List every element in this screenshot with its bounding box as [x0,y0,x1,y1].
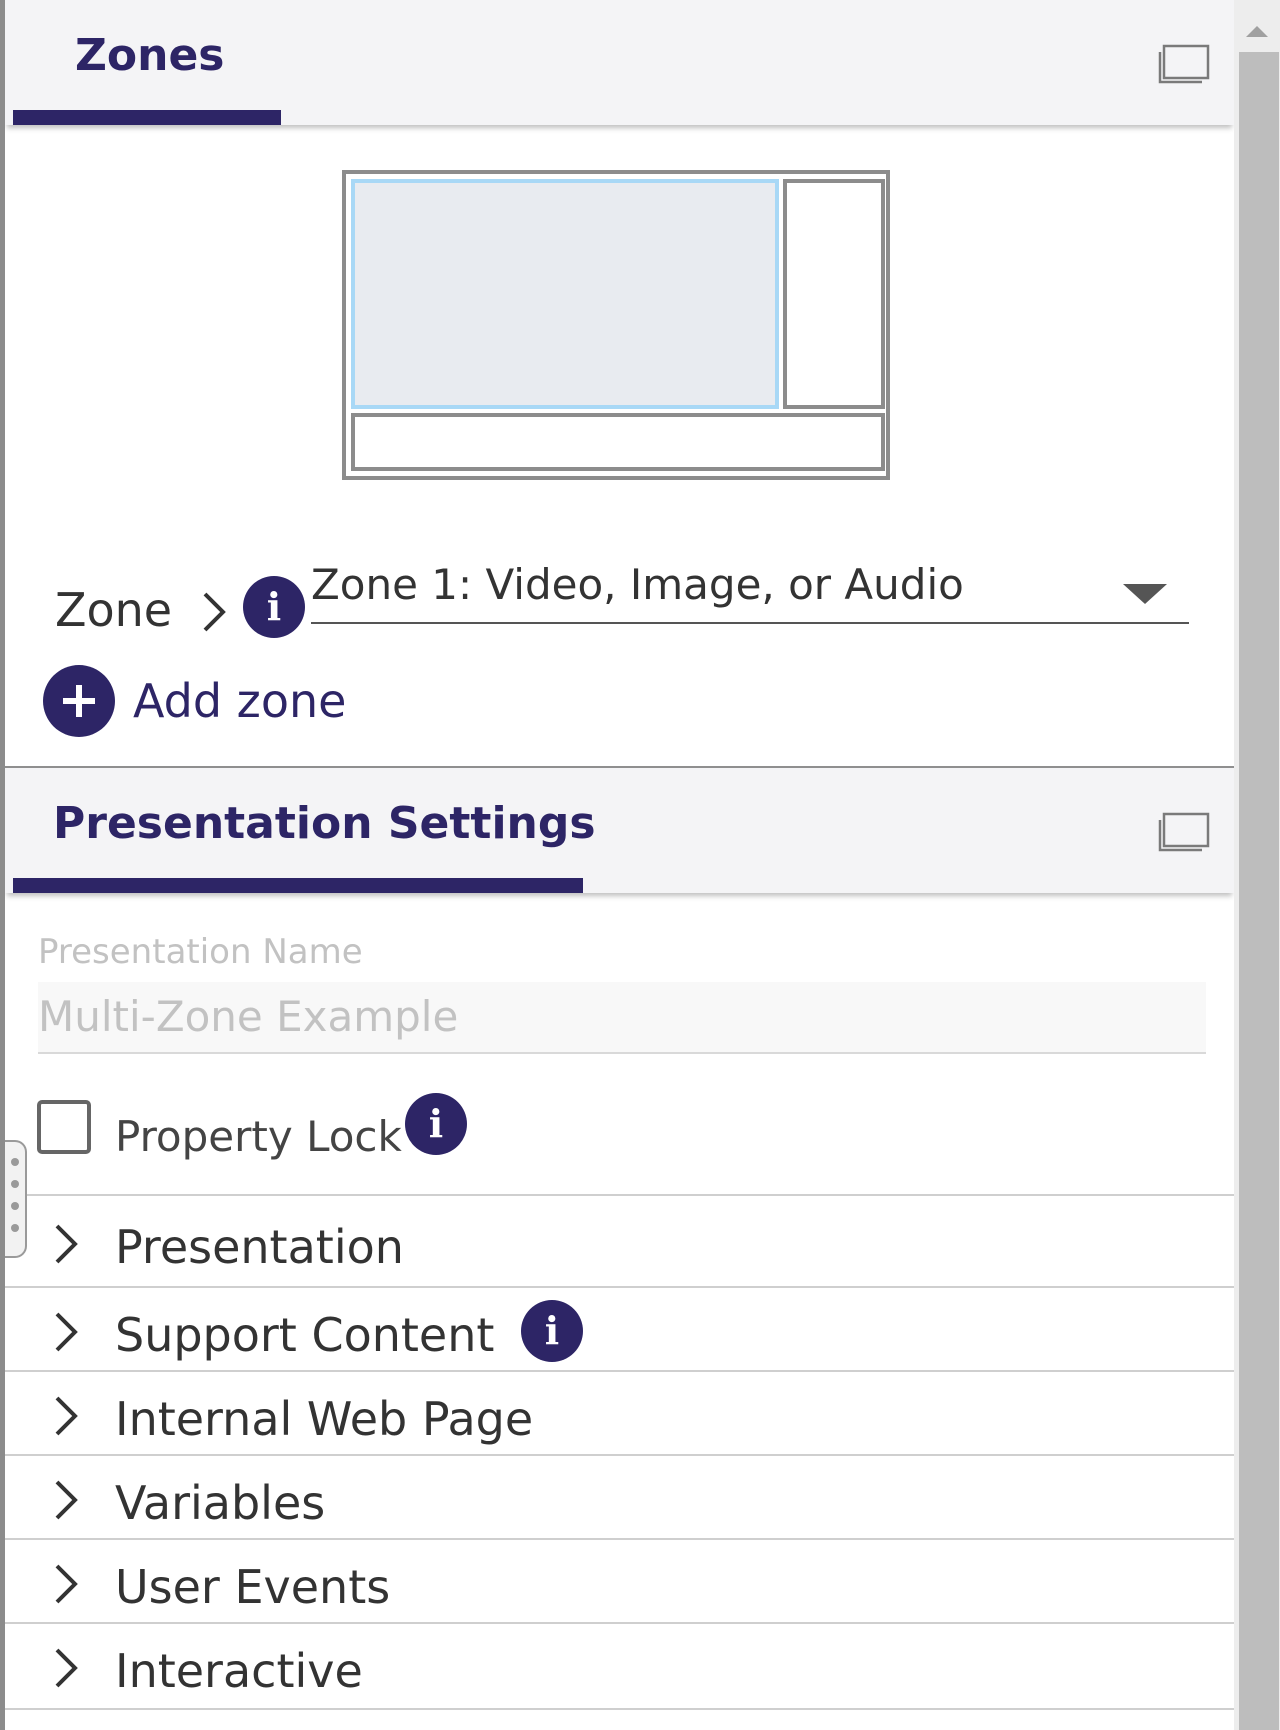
zone-select-value: Zone 1: Video, Image, or Audio [311,560,964,609]
zones-tab-title[interactable]: Zones [75,30,225,81]
zone-layout-diagram [342,170,890,480]
vertical-scrollbar[interactable] [1234,0,1280,1730]
accordion-item-label: Variables [115,1476,326,1530]
zone-2-preview[interactable] [783,179,885,409]
chevron-right-icon [203,592,226,632]
chevron-right-icon [55,1224,78,1264]
zone-info-icon[interactable]: i [243,576,305,638]
presentation-settings-header[interactable]: Presentation Settings [5,766,1234,893]
accordion-item-internal-web-page[interactable]: Internal Web Page [5,1370,1234,1454]
accordion-item-user-events[interactable]: User Events [5,1538,1234,1622]
presentation-settings-tab-title[interactable]: Presentation Settings [53,798,596,849]
zone-select-dropdown[interactable]: Zone 1: Video, Image, or Audio [311,558,1189,624]
accordion-item-variables[interactable]: Variables [5,1454,1234,1538]
accordion-item-label: Support Content [115,1308,495,1362]
accordion-item-support-content[interactable]: Support Content i [5,1286,1234,1370]
window-icon[interactable] [1158,44,1210,84]
add-zone-button[interactable]: Add zone [43,664,346,738]
chevron-right-icon [55,1396,78,1436]
settings-accordion: Presentation Support Content i Internal … [5,1194,1234,1710]
accordion-item-label: Internal Web Page [115,1392,534,1446]
presentation-settings-tab-underline [13,878,583,893]
zone-3-preview[interactable] [351,413,885,471]
property-lock-label: Property Lock [115,1112,402,1161]
zones-section-header[interactable]: Zones [5,0,1234,125]
zone-1-preview[interactable] [351,179,779,409]
chevron-right-icon [55,1480,78,1520]
scrollbar-thumb[interactable] [1239,52,1279,1730]
add-zone-label: Add zone [133,674,347,728]
properties-panel: Zones Zone i Zone 1: Video, Image, or Au… [0,0,1234,1730]
support-content-info-icon[interactable]: i [521,1300,583,1362]
zones-tab-underline [13,110,281,125]
chevron-down-icon [1123,584,1167,604]
property-lock-checkbox[interactable] [37,1100,91,1154]
accordion-item-label: User Events [115,1560,391,1614]
plus-circle-icon [43,665,115,737]
property-lock-info-icon[interactable]: i [405,1093,467,1155]
accordion-item-label: Presentation [115,1220,404,1274]
scroll-up-arrow-icon[interactable] [1246,26,1268,37]
accordion-item-interactive[interactable]: Interactive [5,1622,1234,1710]
presentation-name-label: Presentation Name [38,932,363,972]
panel-resize-handle[interactable] [5,1140,27,1258]
zone-label: Zone [55,583,173,637]
window-icon[interactable] [1158,812,1210,852]
chevron-right-icon [55,1648,78,1688]
accordion-item-presentation[interactable]: Presentation [5,1194,1234,1286]
chevron-right-icon [55,1312,78,1352]
presentation-name-value: Multi-Zone Example [38,992,459,1041]
accordion-item-label: Interactive [115,1644,363,1698]
presentation-name-field[interactable]: Multi-Zone Example [38,982,1206,1054]
chevron-right-icon [55,1564,78,1604]
